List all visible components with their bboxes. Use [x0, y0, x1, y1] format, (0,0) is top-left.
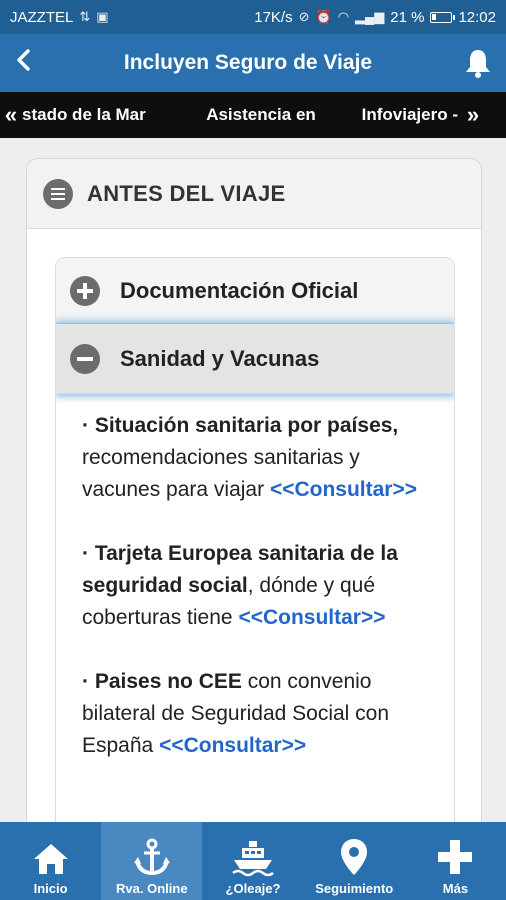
ticker-prev-button[interactable]: « — [0, 102, 22, 128]
ticker-item-active[interactable]: Asistencia en — [172, 105, 350, 125]
nav-oleaje[interactable]: ¿Oleaje? — [202, 822, 303, 900]
battery-icon — [430, 11, 456, 23]
back-button[interactable] — [0, 46, 46, 80]
nav-label: Rva. Online — [116, 881, 188, 896]
notifications-button[interactable] — [450, 47, 506, 79]
plus-icon — [70, 275, 100, 306]
alarm-icon: ⏰ — [315, 9, 332, 24]
info-paragraph: · Situación sanitaria por países, recome… — [82, 410, 432, 506]
accordion-item-documentacion[interactable]: Documentación Oficial — [56, 258, 454, 324]
ticker-item[interactable]: Infoviajero - — [350, 105, 462, 125]
nav-label: ¿Oleaje? — [225, 881, 281, 896]
minus-icon — [70, 343, 100, 374]
nav-label: Inicio — [33, 881, 68, 896]
anchor-icon — [133, 838, 170, 876]
ticker-bar: « stado de la Mar Asistencia en Infoviaj… — [0, 92, 506, 138]
nav-seguimiento[interactable]: Seguimiento — [304, 822, 405, 900]
accordion-item-label: Documentación Oficial — [120, 277, 359, 303]
info-heading: · Situación sanitaria por países, — [82, 414, 399, 437]
consultar-link[interactable]: <<Consultar>> — [159, 734, 306, 757]
status-bar: JAZZTEL ⇅ ▣ 17K/s ⊘ ⏰ ◠ ▂▄▆ 21 % 12:02 — [0, 0, 506, 34]
signal-icon: ▂▄▆ — [355, 9, 385, 24]
section-card: ANTES DEL VIAJE Documentación Oficial Sa… — [26, 158, 482, 858]
nav-inicio[interactable]: Inicio — [0, 822, 101, 900]
ticker-item-label: Asistencia en — [206, 105, 316, 125]
sync-icon: ⇅ — [79, 9, 91, 24]
nav-rva-online[interactable]: Rva. Online — [101, 822, 203, 900]
image-notification-icon: ▣ — [96, 9, 109, 24]
ticker-item[interactable]: stado de la Mar — [22, 105, 172, 125]
info-paragraph: · Paises no CEE con convenio bilateral d… — [82, 666, 432, 762]
nav-label: Seguimiento — [315, 881, 394, 896]
nav-label: Más — [442, 881, 469, 896]
nav-mas[interactable]: Más — [405, 822, 506, 900]
info-heading: · Paises no CEE — [82, 670, 242, 693]
section-header[interactable]: ANTES DEL VIAJE — [27, 159, 481, 229]
menu-icon — [43, 178, 73, 209]
battery-percent: 21 % — [390, 8, 425, 26]
wifi-icon: ◠ — [337, 9, 350, 24]
ship-icon — [232, 841, 274, 877]
page-title: Incluyen Seguro de Viaje — [123, 51, 373, 74]
accordion-item-sanidad[interactable]: Sanidad y Vacunas — [56, 324, 454, 394]
section-title: ANTES DEL VIAJE — [87, 180, 286, 206]
mute-icon: ⊘ — [298, 9, 310, 24]
home-icon — [33, 844, 68, 874]
bottom-nav: Inicio Rva. Online ¿Oleaje? Seguimiento … — [0, 822, 506, 900]
app-bar: Incluyen Seguro de Viaje — [0, 34, 506, 92]
accordion: Documentación Oficial Sanidad y Vacunas … — [55, 257, 455, 857]
carrier-name: JAZZTEL — [10, 8, 74, 26]
ticker-next-button[interactable]: » — [462, 102, 484, 128]
consultar-link[interactable]: <<Consultar>> — [238, 606, 385, 629]
network-speed: 17K/s — [254, 8, 293, 26]
bell-icon — [466, 50, 490, 78]
accordion-content: · Situación sanitaria por países, recome… — [56, 394, 454, 762]
clock: 12:02 — [458, 8, 496, 26]
consultar-link[interactable]: <<Consultar>> — [270, 478, 417, 501]
info-paragraph: · Tarjeta Europea sanitaria de la seguri… — [82, 538, 432, 634]
location-pin-icon — [341, 839, 368, 875]
chevron-left-icon — [17, 49, 30, 71]
plus-icon — [438, 840, 473, 874]
accordion-item-label: Sanidad y Vacunas — [120, 345, 320, 371]
